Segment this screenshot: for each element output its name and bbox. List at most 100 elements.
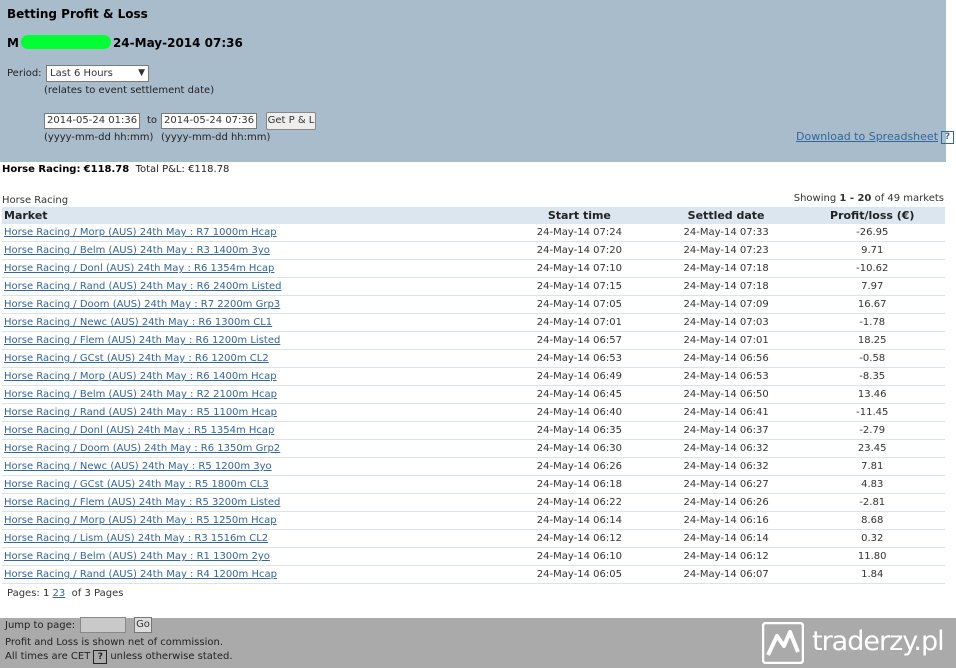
market-link[interactable]: Horse Racing / Flem (AUS) 24th May : R5 … [4,497,280,508]
market-cell: Horse Racing / Rand (AUS) 24th May : R6 … [2,277,506,296]
market-link[interactable]: Horse Racing / GCst (AUS) 24th May : R5 … [4,479,269,490]
showing-range: 1 - 20 [839,193,872,204]
profit-loss-cell: -2.79 [799,421,945,440]
start-time-cell: 24-May-14 06:12 [506,529,653,548]
settled-date-cell: 24-May-14 06:50 [652,385,800,404]
market-link[interactable]: Horse Racing / Rand (AUS) 24th May : R6 … [4,281,281,292]
settled-date-cell: 24-May-14 06:53 [652,367,800,386]
go-button[interactable]: Go [134,617,152,633]
get-pl-button[interactable]: Get P & L [266,112,316,130]
market-link[interactable]: Horse Racing / Morp (AUS) 24th May : R5 … [4,515,277,526]
profit-loss-cell: 23.45 [799,439,945,458]
total-value: €118.78 [188,164,230,175]
settled-date-cell: 24-May-14 06:56 [652,349,800,368]
table-row: Horse Racing / GCst (AUS) 24th May : R5 … [2,475,945,494]
pl-summary: Horse Racing: €118.78 Total P&L: €118.78 [2,164,229,175]
market-link[interactable]: Horse Racing / Belm (AUS) 24th May : R3 … [4,245,270,256]
market-link[interactable]: Horse Racing / GCst (AUS) 24th May : R6 … [4,353,269,364]
market-link[interactable]: Horse Racing / Doom (AUS) 24th May : R7 … [4,299,280,310]
start-time-cell: 24-May-14 06:05 [506,565,653,584]
help-icon[interactable]: ? [941,131,955,144]
to-date-input[interactable]: 2014-05-24 07:36 [161,113,257,129]
market-link[interactable]: Horse Racing / Newc (AUS) 24th May : R5 … [4,461,272,472]
showing-prefix: Showing [793,193,837,204]
profit-loss-cell: -10.62 [799,259,945,278]
profit-loss-cell: 0.32 [799,529,945,548]
market-cell: Horse Racing / Flem (AUS) 24th May : R5 … [2,493,506,512]
market-cell: Horse Racing / Donl (AUS) 24th May : R5 … [2,421,506,440]
from-date-input[interactable]: 2014-05-24 01:36 [44,113,140,129]
current-page: 1 [42,588,50,599]
profit-loss-cell: 16.67 [799,295,945,314]
sport-value: €118.78 [83,164,130,175]
profit-loss-cell: 7.81 [799,457,945,476]
settled-date-cell: 24-May-14 07:33 [652,224,800,242]
market-link[interactable]: Horse Racing / Rand (AUS) 24th May : R4 … [4,569,277,580]
settled-date-cell: 24-May-14 06:27 [652,475,800,494]
market-cell: Horse Racing / Newc (AUS) 24th May : R5 … [2,457,506,476]
help-icon[interactable]: ? [93,650,108,664]
market-link[interactable]: Horse Racing / Morp (AUS) 24th May : R6 … [4,371,277,382]
market-cell: Horse Racing / Belm (AUS) 24th May : R1 … [2,547,506,566]
market-link[interactable]: Horse Racing / Donl (AUS) 24th May : R5 … [4,425,274,436]
settled-date-cell: 24-May-14 06:26 [652,493,800,512]
period-select-value: Last 6 Hours [50,68,113,79]
profit-loss-cell: 4.83 [799,475,945,494]
start-time-cell: 24-May-14 06:57 [506,331,653,350]
settled-date-cell: 24-May-14 07:09 [652,295,800,314]
table-row: Horse Racing / Flem (AUS) 24th May : R6 … [2,331,945,350]
column-header-profit-loss[interactable]: Profit/loss (€) [799,207,945,224]
commission-note: Profit and Loss is shown net of commissi… [5,637,224,648]
market-link[interactable]: Horse Racing / Rand (AUS) 24th May : R5 … [4,407,277,418]
download-spreadsheet-link[interactable]: Download to Spreadsheet? [796,130,955,144]
start-time-cell: 24-May-14 07:20 [506,241,653,260]
period-select[interactable]: Last 6 Hours ▼ [46,65,149,82]
settled-date-cell: 24-May-14 06:12 [652,547,800,566]
table-row: Horse Racing / Morp (AUS) 24th May : R6 … [2,367,945,386]
profit-loss-cell: -2.81 [799,493,945,512]
settled-date-cell: 24-May-14 06:37 [652,421,800,440]
timezone-note-prefix: All times are CET [5,651,91,662]
market-link[interactable]: Horse Racing / Donl (AUS) 24th May : R6 … [4,263,274,274]
page-link-3[interactable]: 3 [59,588,65,599]
showing-suffix: of 49 markets [874,193,944,204]
market-link[interactable]: Horse Racing / Doom (AUS) 24th May : R6 … [4,443,280,454]
start-time-cell: 24-May-14 06:49 [506,367,653,386]
market-cell: Horse Racing / Lism (AUS) 24th May : R3 … [2,529,506,548]
timezone-note-suffix: unless otherwise stated. [110,651,233,662]
table-row: Horse Racing / Doom (AUS) 24th May : R7 … [2,295,945,314]
market-link[interactable]: Horse Racing / Morp (AUS) 24th May : R7 … [4,227,277,238]
market-link[interactable]: Horse Racing / Flem (AUS) 24th May : R6 … [4,335,280,346]
market-cell: Horse Racing / Flem (AUS) 24th May : R6 … [2,331,506,350]
profit-loss-cell: -26.95 [799,224,945,242]
table-row: Horse Racing / Donl (AUS) 24th May : R6 … [2,259,945,278]
column-header-market[interactable]: Market [2,207,506,224]
profit-loss-cell: 13.46 [799,385,945,404]
start-time-cell: 24-May-14 07:10 [506,259,653,278]
column-header-settled-date[interactable]: Settled date [652,207,800,224]
section-title: Horse Racing [2,195,69,206]
profit-loss-cell: 18.25 [799,331,945,350]
start-time-cell: 24-May-14 07:01 [506,313,653,332]
table-row: Horse Racing / Rand (AUS) 24th May : R6 … [2,277,945,296]
chevron-down-icon: ▼ [138,68,145,78]
start-time-cell: 24-May-14 06:18 [506,475,653,494]
page-title: Betting Profit & Loss [7,7,148,21]
period-label: Period: [7,68,42,79]
market-link[interactable]: Horse Racing / Newc (AUS) 24th May : R6 … [4,317,272,328]
start-time-cell: 24-May-14 07:24 [506,224,653,242]
total-label: Total P&L: [135,164,185,175]
jump-page-input[interactable] [80,617,126,633]
market-link[interactable]: Horse Racing / Belm (AUS) 24th May : R1 … [4,551,270,562]
market-link[interactable]: Horse Racing / Lism (AUS) 24th May : R3 … [4,533,268,544]
column-header-start-time[interactable]: Start time [506,207,653,224]
settled-date-cell: 24-May-14 06:41 [652,403,800,422]
market-cell: Horse Racing / Morp (AUS) 24th May : R7 … [2,224,506,242]
market-cell: Horse Racing / Donl (AUS) 24th May : R6 … [2,259,506,278]
to-date-format: (yyyy-mm-dd hh:mm) [161,132,271,143]
table-row: Horse Racing / GCst (AUS) 24th May : R6 … [2,349,945,368]
sport-label: Horse Racing: [2,164,81,175]
watermark-logo: traderzy.pl [762,622,952,666]
market-link[interactable]: Horse Racing / Belm (AUS) 24th May : R2 … [4,389,277,400]
pagination: Pages: 1 23 of 3 Pages [7,588,123,599]
